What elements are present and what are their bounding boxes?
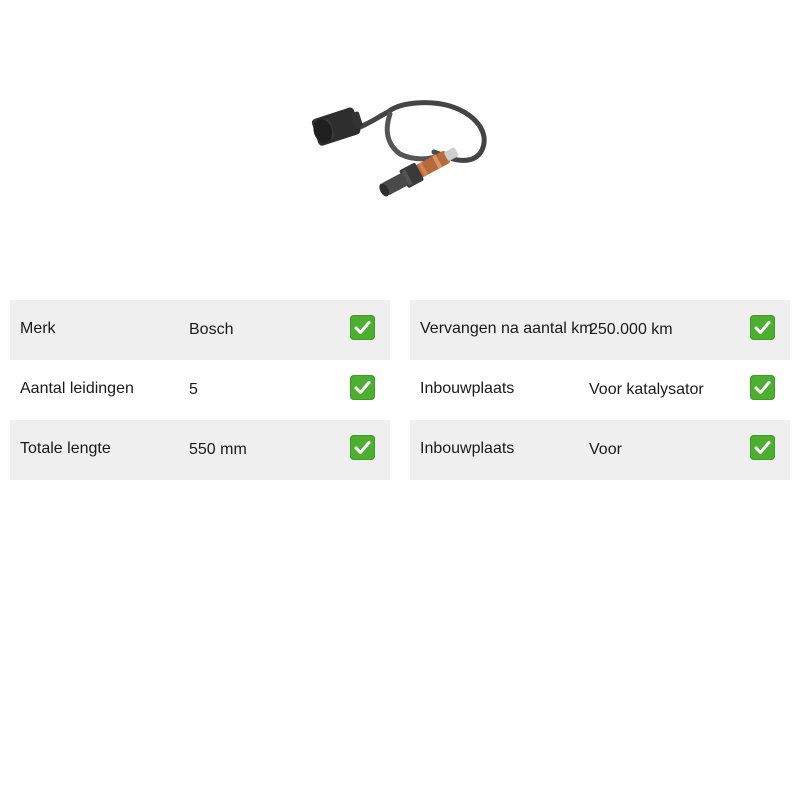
spec-table-left: Merk Bosch Aantal leidingen 5 Totale len… bbox=[10, 300, 390, 480]
spec-row: Aantal leidingen 5 bbox=[10, 360, 390, 420]
check-icon bbox=[350, 435, 375, 460]
spec-value: Voor bbox=[589, 441, 622, 458]
spec-value: 250.000 km bbox=[589, 321, 673, 338]
spec-row: Inbouwplaats Voor bbox=[410, 420, 790, 480]
spec-label: Aantal leidingen bbox=[20, 380, 134, 397]
spec-row: Inbouwplaats Voor katalysator bbox=[410, 360, 790, 420]
spec-value: 5 bbox=[189, 381, 198, 398]
spec-value: Voor katalysator bbox=[589, 381, 704, 398]
spec-table-right: Vervangen na aantal km 250.000 km Inbouw… bbox=[410, 300, 790, 480]
spec-value: 550 mm bbox=[189, 441, 247, 458]
spec-row: Vervangen na aantal km 250.000 km bbox=[410, 300, 790, 360]
spec-value: Bosch bbox=[189, 321, 234, 338]
spec-label: Totale lengte bbox=[20, 440, 111, 457]
spec-label: Vervangen na aantal km bbox=[420, 320, 593, 337]
check-icon bbox=[750, 315, 775, 340]
check-icon bbox=[350, 375, 375, 400]
spec-label: Inbouwplaats bbox=[420, 440, 515, 457]
spec-row: Merk Bosch bbox=[10, 300, 390, 360]
spec-row: Totale lengte 550 mm bbox=[10, 420, 390, 480]
spec-label: Merk bbox=[20, 320, 56, 337]
check-icon bbox=[750, 375, 775, 400]
oxygen-sensor-image bbox=[311, 100, 487, 197]
spec-label: Inbouwplaats bbox=[420, 380, 515, 397]
product-page: Merk Bosch Aantal leidingen 5 Totale len… bbox=[0, 0, 800, 800]
check-icon bbox=[750, 435, 775, 460]
check-icon bbox=[350, 315, 375, 340]
